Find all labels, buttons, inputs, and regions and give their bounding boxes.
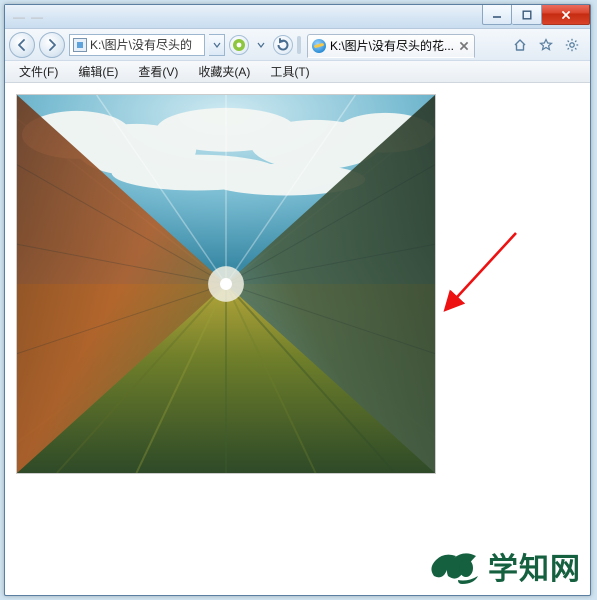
menu-favorites[interactable]: 收藏夹(A) <box>188 61 260 82</box>
title-dash-1: — <box>13 10 25 24</box>
compat-view-button[interactable] <box>229 35 249 55</box>
forward-button[interactable] <box>39 32 65 58</box>
menu-view[interactable]: 查看(V) <box>128 61 188 82</box>
title-dash-2: — <box>31 10 43 24</box>
ie-window: — — K:\图片\没有尽头的 <box>4 4 591 596</box>
tab-close-button[interactable] <box>458 40 470 52</box>
ie-icon <box>312 39 326 53</box>
annotation-arrow <box>441 228 521 313</box>
address-bar[interactable]: K:\图片\没有尽头的 <box>69 34 205 56</box>
compat-dropdown[interactable] <box>253 34 269 56</box>
menu-edit[interactable]: 编辑(E) <box>68 61 128 82</box>
leaf-icon <box>428 546 482 586</box>
back-button[interactable] <box>9 32 35 58</box>
titlebar: — — <box>5 5 590 29</box>
close-button[interactable] <box>542 5 590 25</box>
page-icon <box>73 38 87 52</box>
refresh-button[interactable] <box>273 35 293 55</box>
menu-file[interactable]: 文件(F) <box>9 61 68 82</box>
title-hint: — — <box>5 5 43 28</box>
menu-tools[interactable]: 工具(T) <box>260 61 319 82</box>
home-button[interactable] <box>508 34 532 56</box>
minimize-button[interactable] <box>482 5 512 25</box>
tools-button[interactable] <box>560 34 584 56</box>
watermark-text: 学知网 <box>488 544 581 588</box>
toolbar-separator <box>297 36 301 54</box>
nav-right-buttons <box>506 34 586 56</box>
favorites-button[interactable] <box>534 34 558 56</box>
content-area: 学知网 <box>6 86 589 594</box>
tab-strip: K:\图片\没有尽头的花... <box>307 32 502 58</box>
maximize-button[interactable] <box>512 5 542 25</box>
menu-bar: 文件(F) 编辑(E) 查看(V) 收藏夹(A) 工具(T) <box>5 61 590 83</box>
displayed-image <box>16 94 436 474</box>
site-watermark: 学知网 <box>428 544 581 588</box>
nav-toolbar: K:\图片\没有尽头的 K:\图片\没有尽头的花... <box>5 29 590 61</box>
address-text: K:\图片\没有尽头的 <box>90 36 192 53</box>
tab-title: K:\图片\没有尽头的花... <box>330 37 454 54</box>
address-dropdown[interactable] <box>209 34 225 56</box>
window-controls <box>482 5 590 28</box>
active-tab[interactable]: K:\图片\没有尽头的花... <box>307 34 475 58</box>
